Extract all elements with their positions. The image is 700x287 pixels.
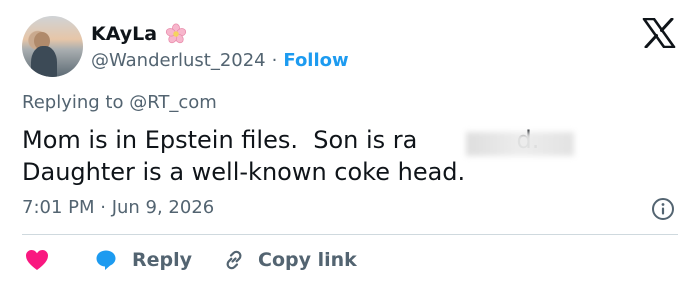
redaction-blur [466,132,574,156]
action-bar: Reply Copy link [22,245,357,275]
link-icon [226,250,242,270]
name-row: KAyLa [91,20,187,48]
avatar[interactable] [22,16,83,77]
replying-to[interactable]: Replying to @RT_com [22,92,217,113]
tweet-line-1: Mom is in Epstein files. Son is ra d. [22,126,540,154]
copy-link-label: Copy link [258,249,357,271]
copy-link-button[interactable]: Copy link [222,248,357,272]
timestamp[interactable]: 7:01 PM · Jun 9, 2026 [22,197,214,218]
x-logo-icon[interactable] [642,18,676,48]
user-handle[interactable]: @Wanderlust_2024 [91,50,266,71]
tweet-body: Mom is in Epstein files. Son is ra d. Da… [22,124,539,188]
reply-label: Reply [132,249,193,271]
display-name[interactable]: KAyLa [91,23,157,45]
cherry-blossom-icon [165,23,187,44]
heart-icon[interactable] [24,248,50,272]
speech-bubble-icon [96,250,116,270]
tweet-line-2: Daughter is a well-known coke head. [22,158,466,186]
divider [22,234,678,235]
follow-button[interactable]: Follow [283,50,348,71]
handle-row: @Wanderlust_2024 · Follow [91,47,349,73]
avatar-figure [31,46,57,77]
reply-button[interactable]: Reply [94,248,192,272]
tweet-card: KAyLa @Wanderlust_2024 · Follow Replying… [0,0,700,287]
separator-dot: · [271,49,278,71]
info-icon[interactable] [651,197,675,221]
